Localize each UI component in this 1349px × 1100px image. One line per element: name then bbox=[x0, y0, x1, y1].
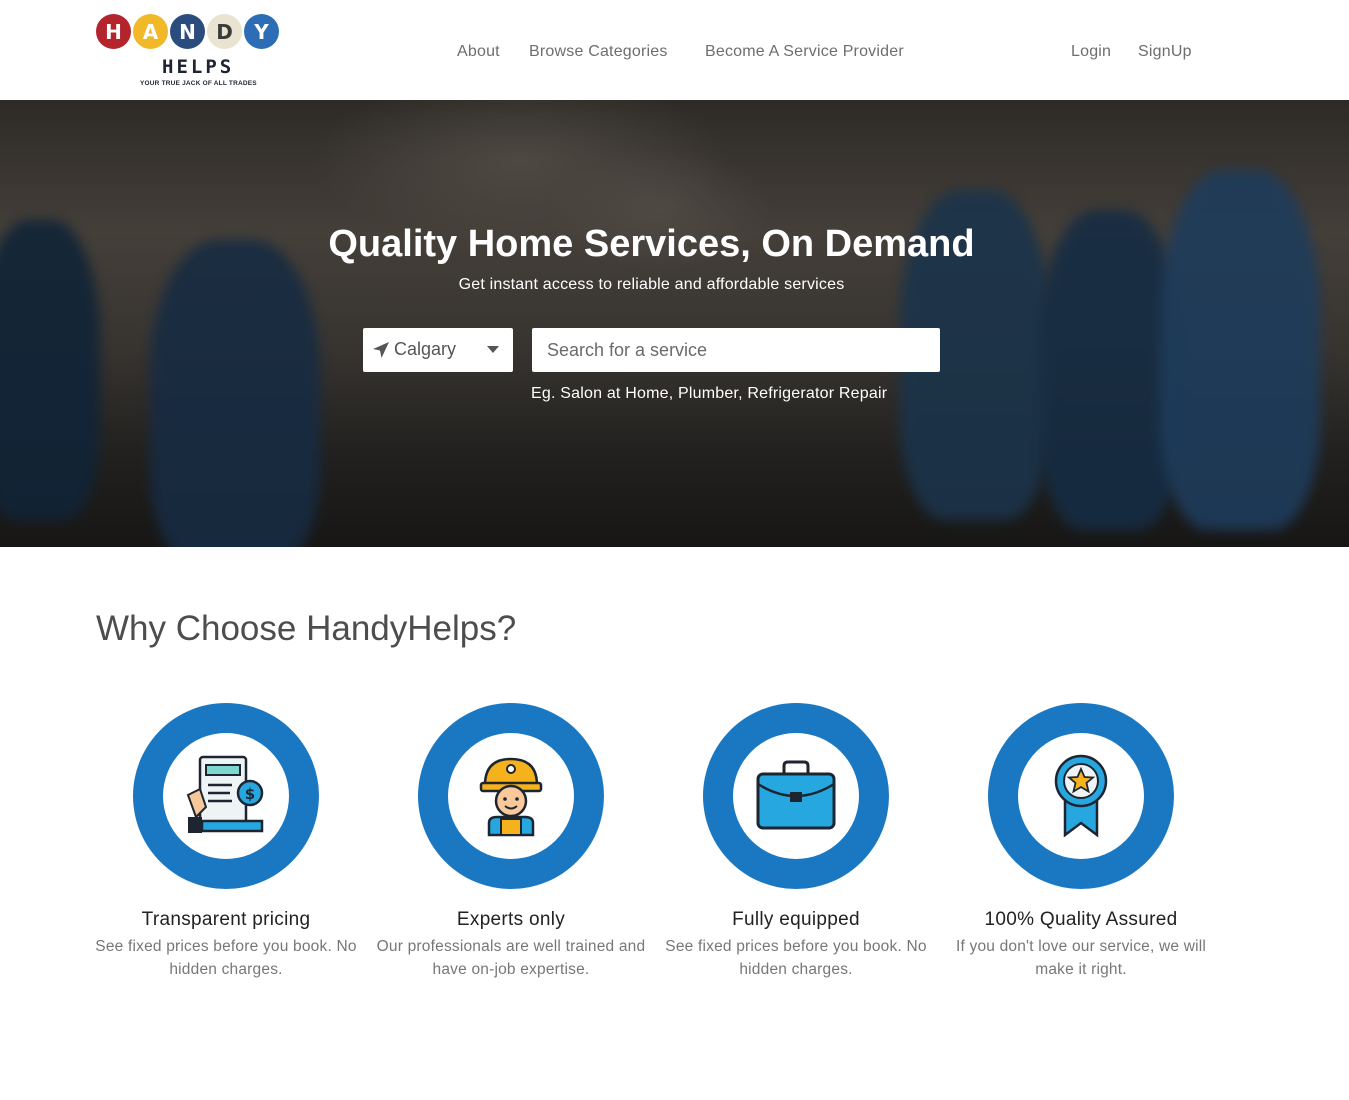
feature-icon-ring bbox=[988, 703, 1174, 889]
nav-signup-link[interactable]: SignUp bbox=[1138, 43, 1192, 61]
logo-letter-a: A bbox=[133, 14, 168, 49]
nav-browse-categories-link[interactable]: Browse Categories bbox=[529, 43, 668, 61]
hero-title: Quality Home Services, On Demand bbox=[328, 223, 975, 265]
feature-description: See fixed prices before you book. No hid… bbox=[95, 938, 357, 978]
feature-description: If you don't love our service, we will m… bbox=[955, 938, 1207, 978]
feature-description: See fixed prices before you book. No hid… bbox=[665, 938, 927, 978]
hero-overlay bbox=[0, 100, 1349, 547]
city-select[interactable]: Calgary bbox=[363, 328, 513, 372]
logo-letter-h: H bbox=[96, 14, 131, 49]
briefcase-icon bbox=[756, 760, 836, 830]
logo-letter-n: N bbox=[170, 14, 205, 49]
hero-subtitle: Get instant access to reliable and affor… bbox=[458, 276, 845, 293]
service-search-input[interactable] bbox=[532, 328, 940, 372]
why-choose-heading: Why Choose HandyHelps? bbox=[96, 609, 517, 648]
feature-fully-equipped: Fully equipped See fixed prices before y… bbox=[661, 703, 931, 981]
feature-title: 100% Quality Assured bbox=[984, 909, 1178, 930]
worker-icon bbox=[479, 757, 543, 837]
feature-experts-only: Experts only Our professionals are well … bbox=[376, 703, 646, 981]
nav-become-provider-link[interactable]: Become A Service Provider bbox=[705, 43, 904, 61]
nav-about-link[interactable]: About bbox=[457, 43, 500, 61]
hero-banner: Quality Home Services, On Demand Get ins… bbox=[0, 100, 1349, 547]
award-ribbon-icon bbox=[1054, 754, 1108, 838]
feature-transparent-pricing: $ Transparent pricing See fixed prices b… bbox=[91, 703, 361, 981]
caret-down-icon bbox=[487, 346, 499, 353]
feature-icon-ring bbox=[418, 703, 604, 889]
invoice-icon: $ bbox=[186, 755, 264, 833]
nav-login-link[interactable]: Login bbox=[1071, 43, 1111, 61]
search-example-text: Eg. Salon at Home, Plumber, Refrigerator… bbox=[531, 385, 888, 402]
logo-letter-d: D bbox=[207, 14, 242, 49]
feature-icon-ring: $ bbox=[133, 703, 319, 889]
handyhelps-logo[interactable]: H A N D Y HELPS YOUR TRUE JACK OF ALL TR… bbox=[96, 14, 300, 90]
feature-description: Our professionals are well trained and h… bbox=[376, 938, 646, 978]
feature-title: Experts only bbox=[456, 909, 566, 930]
location-arrow-icon bbox=[373, 342, 389, 358]
logo-word: HELPS bbox=[162, 56, 235, 78]
feature-icon-ring bbox=[703, 703, 889, 889]
feature-quality-assured: 100% Quality Assured If you don't love o… bbox=[946, 703, 1216, 981]
logo-letter-circles: H A N D Y bbox=[96, 14, 300, 49]
logo-letter-y: Y bbox=[244, 14, 279, 49]
svg-text:$: $ bbox=[245, 785, 255, 803]
logo-tagline: YOUR TRUE JACK OF ALL TRADES bbox=[140, 80, 257, 87]
site-header: H A N D Y HELPS YOUR TRUE JACK OF ALL TR… bbox=[0, 0, 1349, 100]
feature-title: Transparent pricing bbox=[141, 909, 311, 930]
feature-title: Fully equipped bbox=[732, 909, 860, 930]
city-select-value: Calgary bbox=[394, 339, 457, 359]
